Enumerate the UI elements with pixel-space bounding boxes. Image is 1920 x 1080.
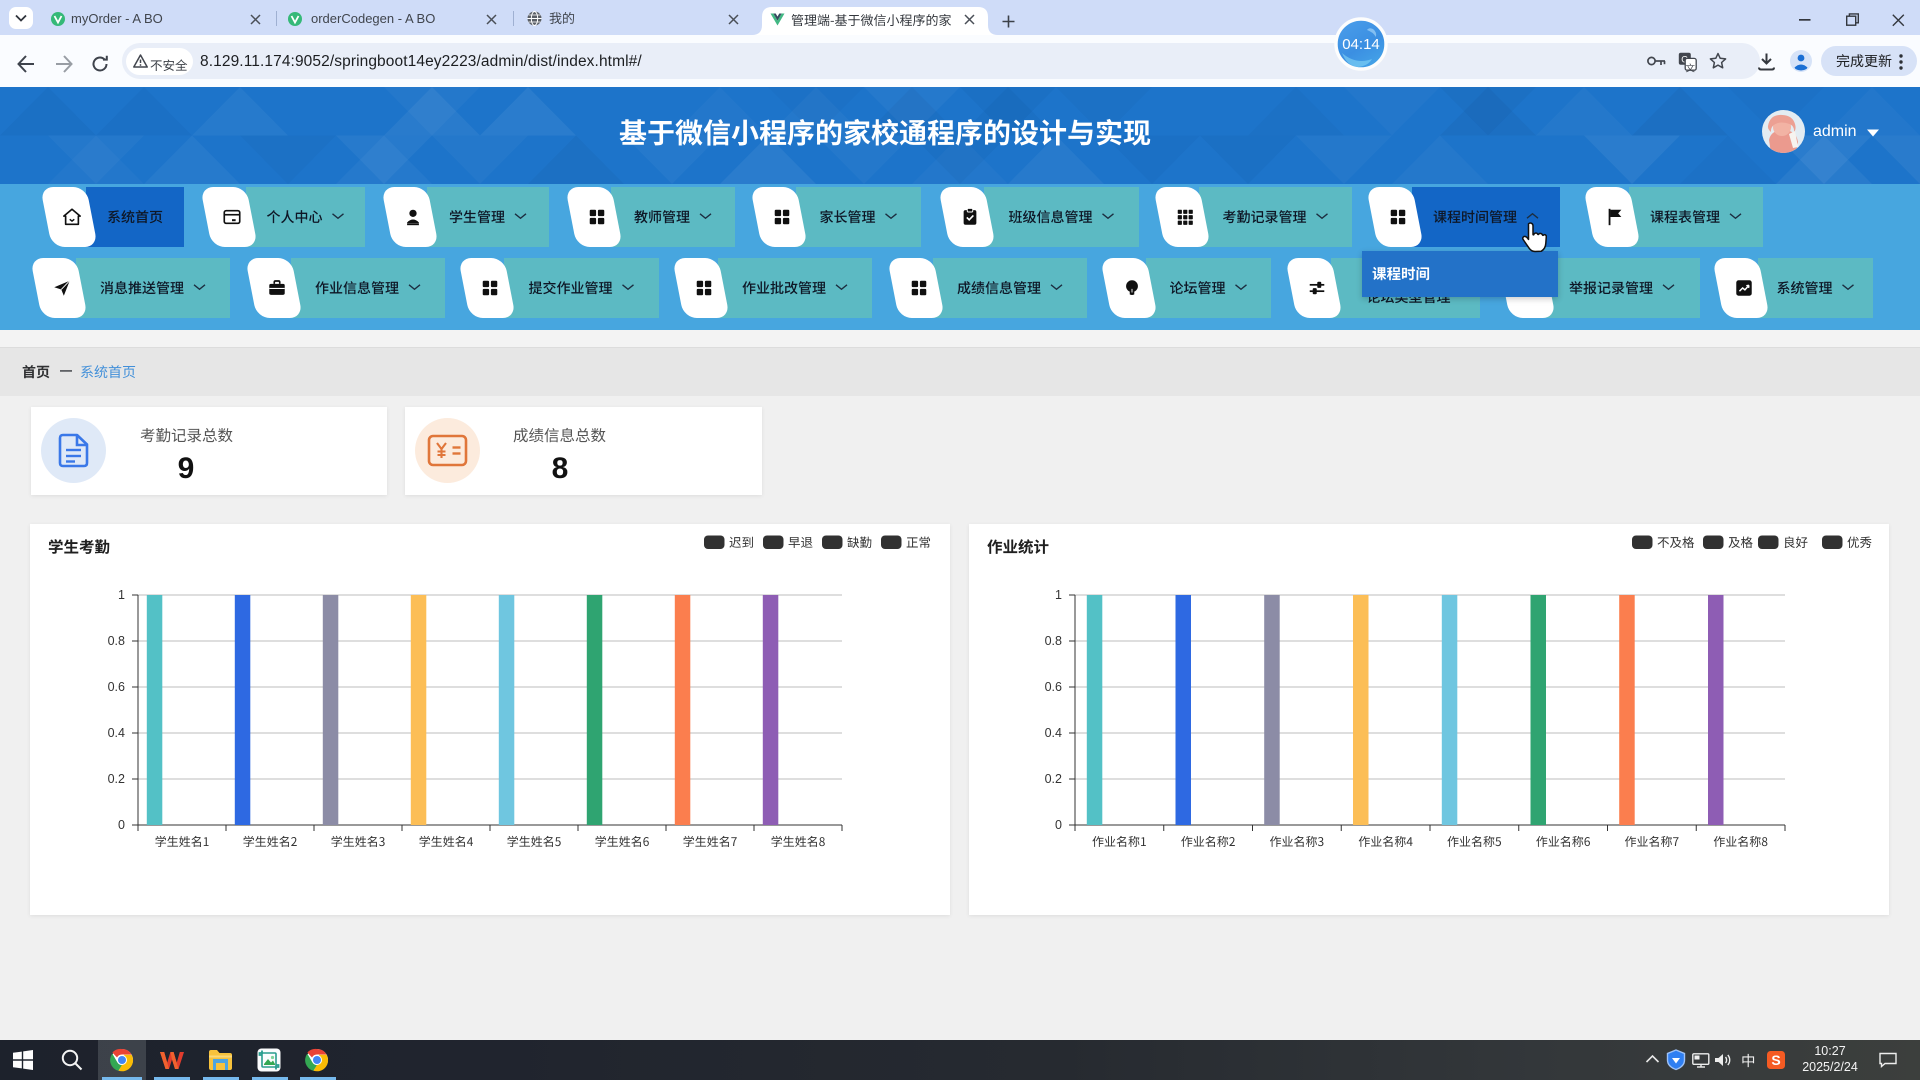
svg-text:0.2: 0.2 [108, 772, 125, 786]
svg-text:0: 0 [118, 818, 125, 832]
svg-text:0.4: 0.4 [108, 726, 125, 740]
svg-text:0.4: 0.4 [1045, 726, 1062, 740]
svg-text:1: 1 [1055, 588, 1062, 602]
svg-text:0: 0 [1055, 818, 1062, 832]
svg-text:0.2: 0.2 [1045, 772, 1062, 786]
svg-text:0.8: 0.8 [108, 634, 125, 648]
svg-text:S: S [1771, 1052, 1780, 1068]
svg-text:04:14: 04:14 [1342, 36, 1380, 53]
svg-text:1: 1 [118, 588, 125, 602]
svg-text:0.8: 0.8 [1045, 634, 1062, 648]
svg-text:0.6: 0.6 [1045, 680, 1062, 694]
svg-text:0.6: 0.6 [108, 680, 125, 694]
